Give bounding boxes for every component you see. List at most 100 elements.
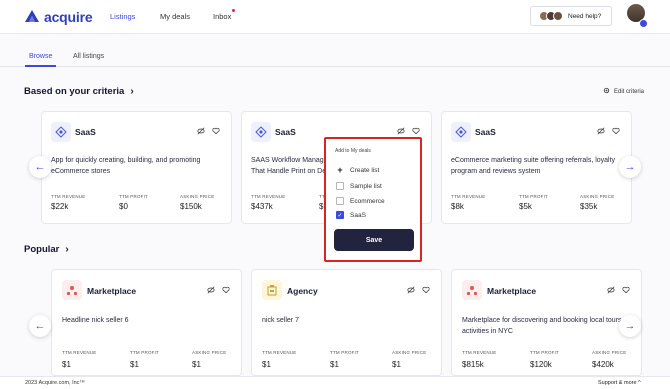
listing-description: Marketplace for discovering and booking … <box>462 315 628 337</box>
inbox-notification-dot <box>232 9 236 12</box>
nav-inbox-label: Inbox <box>213 12 232 21</box>
edit-criteria-label: Edit criteria <box>614 88 645 95</box>
ttm-revenue-label: TTM REVENUE <box>262 350 297 355</box>
listing-card[interactable]: SaaS App for quickly creating, building,… <box>41 111 232 224</box>
asking-price-label: ASKING PRICE <box>392 350 427 355</box>
active-tab-indicator <box>25 65 56 67</box>
carousel-next-button[interactable]: → <box>619 156 641 178</box>
ttm-revenue-label: TTM REVENUE <box>51 194 86 199</box>
description-line: nick seller 7 <box>262 317 299 324</box>
popular-section-title[interactable]: Popular › <box>24 244 69 255</box>
listing-card[interactable]: SaaS eCommerce marketing suite offering … <box>441 111 632 224</box>
list-option-sample-list[interactable]: Sample list <box>336 182 382 190</box>
saas-icon <box>51 122 71 142</box>
support-and-more-link[interactable]: Support & more ^ <box>598 380 641 386</box>
copyright-text: 2023 Acquire.com, Inc™ <box>25 380 85 386</box>
asking-price-label: ASKING PRICE <box>180 194 215 199</box>
carousel-prev-button[interactable]: ← <box>29 315 51 337</box>
heart-icon[interactable] <box>412 127 420 137</box>
description-line: Headline nick seller 6 <box>62 317 129 324</box>
listing-card[interactable]: Marketplace Headline nick seller 6 TTM R… <box>51 269 242 376</box>
list-checkbox[interactable] <box>336 197 344 205</box>
description-line: SAAS Workflow Manage <box>251 157 328 164</box>
gear-icon <box>603 87 610 96</box>
listing-description: SAAS Workflow Manage That Handle Print o… <box>251 155 328 177</box>
heart-icon[interactable] <box>612 127 620 137</box>
criteria-section-title[interactable]: Based on your criteria › <box>24 86 134 97</box>
listing-tabs: Browse All listings <box>0 45 670 67</box>
edit-criteria-button[interactable]: Edit criteria <box>603 87 644 96</box>
asking-price-label: ASKING PRICE <box>192 350 227 355</box>
ttm-revenue-value: $1 <box>262 360 271 369</box>
listing-category: Agency <box>287 286 318 296</box>
save-button[interactable]: Save <box>334 229 414 251</box>
listing-description: Headline nick seller 6 <box>62 315 129 326</box>
listing-category: SaaS <box>275 127 296 137</box>
asking-price-label: ASKING PRICE <box>580 194 615 199</box>
logo-mark-icon <box>24 9 40 25</box>
arrow-right-icon: → <box>624 161 636 173</box>
carousel-prev-button[interactable]: ← <box>29 156 51 178</box>
ttm-revenue-value: $1 <box>62 360 71 369</box>
ttm-profit-value: $5k <box>519 202 532 211</box>
ttm-profit-label: TTM PROFIT <box>330 350 359 355</box>
list-checkbox[interactable] <box>336 182 344 190</box>
ttm-profit-label: TTM PROFIT <box>130 350 159 355</box>
popup-title: Add to My deals <box>335 148 371 154</box>
saas-icon <box>251 122 271 142</box>
need-help-button[interactable]: Need help? <box>530 6 612 26</box>
marketplace-icon <box>62 280 82 300</box>
create-list-button[interactable]: + Create list <box>336 165 379 175</box>
ttm-revenue-value: $22k <box>51 202 69 211</box>
asking-price-value: $420k <box>592 360 614 369</box>
hide-icon[interactable] <box>407 286 415 296</box>
ttm-profit-value: $0 <box>119 202 128 211</box>
nav-my-deals[interactable]: My deals <box>160 12 190 21</box>
listing-description: nick seller 7 <box>262 315 299 326</box>
marketplace-icon <box>462 280 482 300</box>
user-verified-badge <box>639 19 648 28</box>
heart-icon[interactable] <box>622 286 630 296</box>
ttm-revenue-value: $815k <box>462 360 484 369</box>
criteria-section-label: Based on your criteria <box>24 86 125 97</box>
check-icon: ✓ <box>337 212 343 219</box>
list-option-label: SaaS <box>350 211 366 219</box>
ttm-revenue-label: TTM REVENUE <box>62 350 97 355</box>
ttm-revenue-value: $8k <box>451 202 464 211</box>
hide-icon[interactable] <box>207 286 215 296</box>
description-line: activities in NYC <box>462 328 513 335</box>
add-to-deals-popup: Add to My deals + Create list Sample lis… <box>324 137 422 262</box>
listing-card[interactable]: Agency nick seller 7 TTM REVENUE TTM PRO… <box>251 269 442 376</box>
nav-listings[interactable]: Listings <box>110 12 135 21</box>
acquire-logo[interactable]: acquire <box>24 9 93 25</box>
chevron-right-icon: › <box>65 244 69 255</box>
tab-all-listings[interactable]: All listings <box>73 53 104 60</box>
list-option-label: Ecommerce <box>350 197 385 205</box>
ttm-profit-label: TTM PROFIT <box>530 350 559 355</box>
list-option-ecommerce[interactable]: Ecommerce <box>336 197 385 205</box>
listing-category: SaaS <box>475 127 496 137</box>
tab-browse[interactable]: Browse <box>29 53 52 60</box>
listing-category: SaaS <box>75 127 96 137</box>
hide-icon[interactable] <box>197 127 205 137</box>
asking-price-value: $35k <box>580 202 598 211</box>
list-checkbox[interactable]: ✓ <box>336 211 344 219</box>
hide-icon[interactable] <box>607 286 615 296</box>
ttm-revenue-value: $437k <box>251 202 273 211</box>
list-option-saas[interactable]: ✓ SaaS <box>336 211 366 219</box>
heart-icon[interactable] <box>222 286 230 296</box>
nav-inbox[interactable]: Inbox <box>213 9 236 21</box>
carousel-next-button[interactable]: → <box>619 315 641 337</box>
heart-icon[interactable] <box>212 127 220 137</box>
listing-card[interactable]: Marketplace Marketplace for discovering … <box>451 269 642 376</box>
asking-price-label: ASKING PRICE <box>592 350 627 355</box>
ttm-profit-value: $1 <box>330 360 339 369</box>
hide-icon[interactable] <box>597 127 605 137</box>
ttm-profit-label: TTM PROFIT <box>119 194 148 199</box>
agency-icon <box>262 280 282 300</box>
ttm-revenue-label: TTM REVENUE <box>462 350 497 355</box>
hide-icon[interactable] <box>397 127 405 137</box>
asking-price-value: $1 <box>392 360 401 369</box>
chevron-right-icon: › <box>130 86 134 97</box>
heart-icon[interactable] <box>422 286 430 296</box>
